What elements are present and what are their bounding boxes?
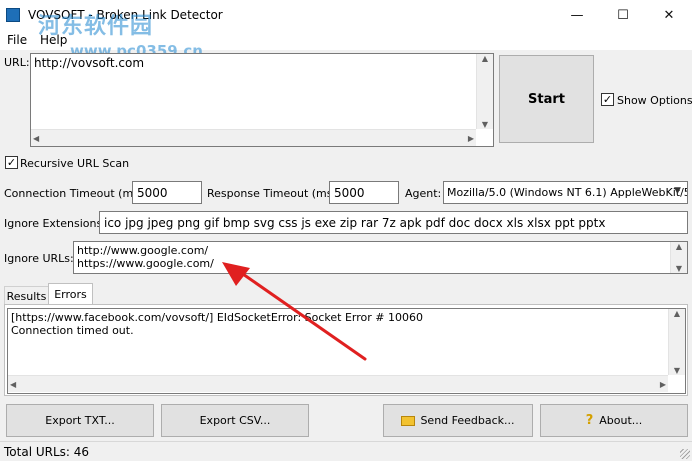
annotation-arrow-head bbox=[222, 262, 250, 286]
annotation-arrow-line bbox=[238, 270, 367, 361]
annotation-arrow bbox=[222, 262, 367, 361]
